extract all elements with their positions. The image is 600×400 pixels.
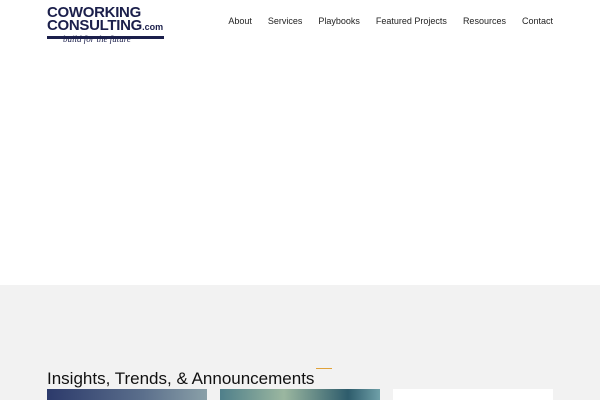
nav-contact[interactable]: Contact bbox=[522, 14, 553, 28]
logo-line-2-text: CONSULTING bbox=[47, 17, 143, 34]
nav-about[interactable]: About bbox=[228, 14, 252, 28]
site-logo[interactable]: COWORKING CONSULTING.com build for the f… bbox=[47, 5, 167, 44]
article-card-image-2[interactable] bbox=[220, 389, 380, 400]
main-nav: About Services Playbooks Featured Projec… bbox=[228, 14, 553, 28]
site-header: COWORKING CONSULTING.com build for the f… bbox=[0, 0, 600, 50]
section-title: Insights, Trends, & Announcements bbox=[47, 369, 315, 389]
nav-services[interactable]: Services bbox=[268, 14, 303, 28]
title-accent-line bbox=[316, 368, 332, 369]
logo-tagline: build for the future bbox=[63, 34, 131, 44]
nav-resources[interactable]: Resources bbox=[463, 14, 506, 28]
nav-playbooks[interactable]: Playbooks bbox=[318, 14, 360, 28]
logo-line-2: CONSULTING.com bbox=[47, 17, 167, 34]
article-card-image-1[interactable] bbox=[47, 389, 207, 400]
logo-dotcom: .com bbox=[142, 22, 164, 32]
hero-area bbox=[0, 50, 600, 285]
insights-section: Insights, Trends, & Announcements bbox=[0, 285, 600, 400]
nav-featured-projects[interactable]: Featured Projects bbox=[376, 14, 447, 28]
article-card-image-3[interactable] bbox=[393, 389, 553, 400]
